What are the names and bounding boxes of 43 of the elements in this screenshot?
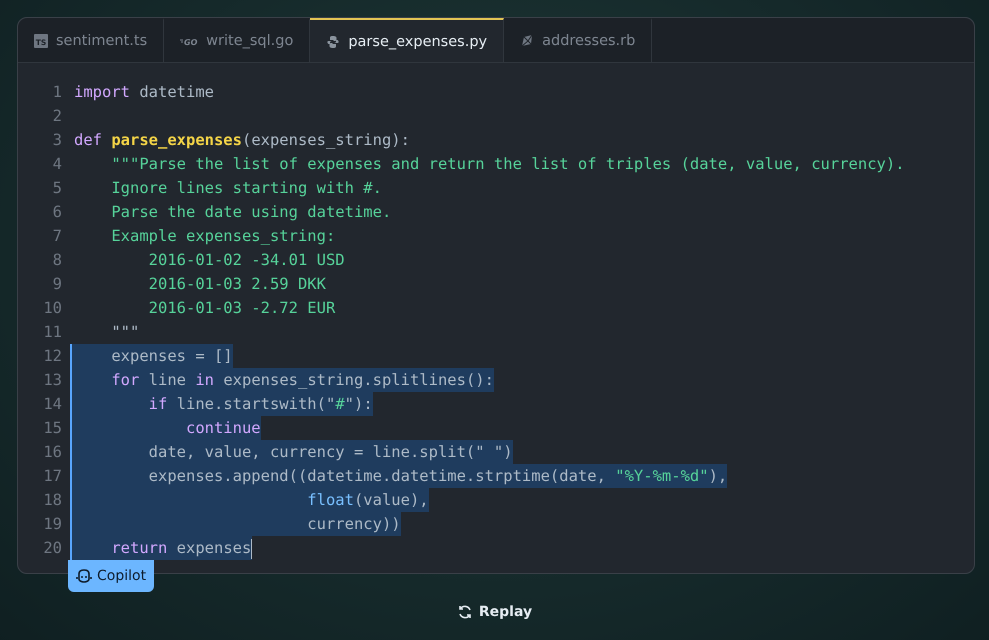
line-number: 8 <box>52 250 63 271</box>
tab-label: sentiment.ts <box>56 33 148 49</box>
code-line: 2016-01-03 -2.72 EUR <box>148 298 336 319</box>
text-cursor <box>251 538 252 559</box>
code-line: """ <box>110 322 140 343</box>
line-number: 6 <box>52 202 63 223</box>
copilot-icon <box>76 569 92 583</box>
line-number: 7 <box>52 226 63 247</box>
tab-label: addresses.rb <box>542 33 636 49</box>
line-number: 14 <box>42 394 63 415</box>
file-tab[interactable]: parse_expenses.py <box>310 18 504 62</box>
code-line: 2016-01-03 2.59 DKK <box>148 274 326 295</box>
line-number: 15 <box>42 418 63 439</box>
refresh-icon <box>456 604 473 620</box>
copilot-label: Copilot <box>97 568 146 584</box>
line-number: 12 <box>42 346 63 367</box>
line-number: 4 <box>52 154 63 175</box>
python-icon <box>326 34 340 48</box>
line-number: 3 <box>52 130 63 151</box>
replay-button[interactable]: Replay <box>450 600 538 624</box>
code-line: Parse the date using datetime. <box>110 202 392 223</box>
line-number: 18 <box>42 490 63 511</box>
line-number: 13 <box>42 370 63 391</box>
line-number: 1 <box>52 82 63 103</box>
line-number: 2 <box>52 106 63 127</box>
line-number: 5 <box>52 178 63 199</box>
file-tab[interactable]: addresses.rb <box>504 18 652 62</box>
code-line: import datetime <box>73 82 214 103</box>
line-number: 16 <box>42 442 63 463</box>
tab-label: write_sql.go <box>206 33 294 49</box>
code-line: Ignore lines starting with #. <box>110 178 382 199</box>
line-number: 20 <box>42 538 63 559</box>
line-number: 11 <box>42 322 63 343</box>
tab-label: parse_expenses.py <box>348 34 488 50</box>
line-number: 9 <box>52 274 63 295</box>
code-line: """Parse the list of expenses and return the list of triples (date, value, currency). <box>110 154 905 175</box>
code-line: Example expenses_string: <box>110 226 336 247</box>
line-number: 19 <box>42 514 63 535</box>
gem-icon <box>520 34 534 48</box>
line-number: 10 <box>42 298 63 319</box>
line-number: 17 <box>42 466 63 487</box>
code-line: 2016-01-02 -34.01 USD <box>148 250 345 271</box>
code-line: def parse_expenses(expenses_string): <box>73 130 410 151</box>
